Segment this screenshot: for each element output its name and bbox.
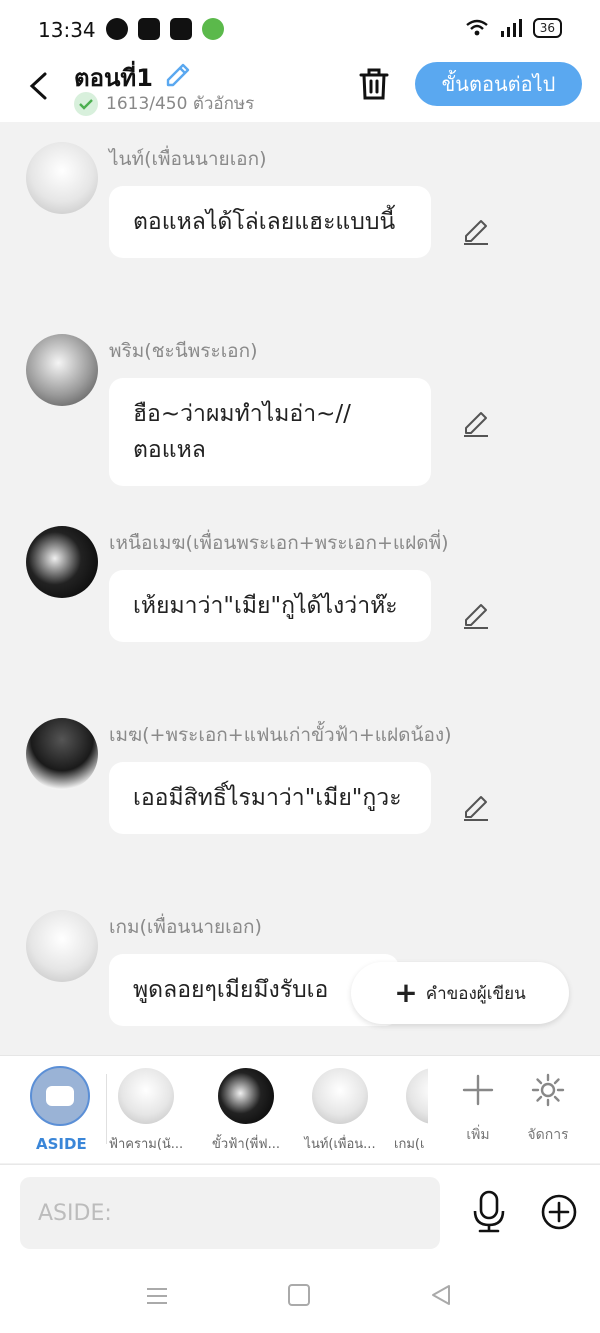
check-icon — [74, 91, 98, 116]
edit-message-icon[interactable] — [460, 406, 492, 438]
add-attachment-button[interactable] — [540, 1193, 578, 1231]
character-name: ไนท์(เพื่อน... — [304, 1137, 376, 1152]
plus-circle-icon — [541, 1194, 577, 1230]
home-icon[interactable] — [288, 1284, 310, 1306]
notification-icons — [106, 18, 224, 40]
composer — [0, 1164, 600, 1256]
speaker-name: เหนือเมฆ(เพื่อนพระเอก+พระเอก+แฝดพี่) — [109, 532, 449, 554]
character-count-text: 1613/450 ตัวอักษร — [106, 94, 255, 114]
speaker-name: พริม(ชะนีพระเอก) — [109, 340, 258, 362]
message-bubble[interactable]: เห้ยมาว่า"เมีย"กูได้ไงว่าห๊ะ — [109, 570, 431, 642]
wifi-icon — [465, 19, 488, 36]
character-item[interactable]: ไนท์(เพื่อน... — [300, 1068, 380, 1158]
message-list[interactable]: ไนท์(เพื่อนนายเอก) ตอแหลได้โล่เลยแฮะแบบน… — [0, 122, 600, 1054]
avatar — [218, 1068, 274, 1124]
avatar[interactable] — [26, 910, 98, 982]
message-bubble[interactable]: ตอแหลได้โล่เลยแฮะแบบนี้ — [109, 186, 431, 258]
edit-title-icon[interactable] — [162, 58, 192, 88]
trash-icon — [359, 68, 389, 100]
message-bubble[interactable]: ฮือ~ว่าผมทำไมอ่า~//ตอแหล — [109, 378, 431, 486]
speaker-name: เมฆ(+พระเอก+แฟนเก่าขั้วฟ้า+แฝดน้อง) — [109, 724, 452, 746]
character-count: 1613/450 ตัวอักษร — [74, 90, 254, 117]
system-nav-bar — [0, 1256, 600, 1333]
character-item[interactable]: เกม(เ — [390, 1068, 428, 1158]
voice-input-button[interactable] — [470, 1189, 508, 1235]
battery-indicator: 36 — [532, 18, 562, 38]
chrome-icon — [106, 18, 128, 40]
edit-message-icon[interactable] — [460, 790, 492, 822]
add-label: เพิ่ม — [466, 1127, 490, 1143]
aside-button[interactable] — [30, 1066, 90, 1126]
manage-characters-button[interactable]: จัดการ — [520, 1068, 576, 1158]
android-icon — [202, 18, 224, 40]
microphone-icon — [473, 1190, 505, 1233]
avatar[interactable] — [26, 526, 98, 598]
author-note-button[interactable]: + คำของผู้เขียน — [351, 962, 569, 1024]
youtube-icon — [170, 18, 192, 40]
signal-icon — [500, 19, 522, 37]
plus-icon: + — [394, 976, 418, 1009]
status-indicators: 36 — [465, 18, 562, 38]
plus-icon — [462, 1074, 494, 1106]
avatar[interactable] — [26, 334, 98, 406]
delete-button[interactable] — [354, 64, 394, 104]
character-name: เกม(เ — [394, 1137, 425, 1152]
message-bubble[interactable]: เออมีสิทธิ์ไรมาว่า"เมีย"กูวะ — [109, 762, 431, 834]
character-item[interactable]: ขั้วฟ้า(พี่ฟ... — [206, 1068, 286, 1158]
status-time: 13:34 — [38, 18, 96, 42]
character-name: ขั้วฟ้า(พี่ฟ... — [212, 1137, 280, 1152]
avatar — [312, 1068, 368, 1124]
edit-message-icon[interactable] — [460, 598, 492, 630]
author-note-label: คำของผู้เขียน — [425, 983, 526, 1004]
gear-icon — [531, 1073, 565, 1107]
speaker-name: เกม(เพื่อนนายเอก) — [109, 916, 262, 938]
next-step-button[interactable]: ขั้นตอนต่อไป — [415, 62, 582, 106]
status-bar: 13:34 36 — [0, 0, 600, 58]
avatar[interactable] — [26, 718, 98, 790]
character-name: ฟ้าคราม(นั... — [108, 1137, 184, 1152]
manage-label: จัดการ — [527, 1127, 569, 1143]
speaker-name: ไนท์(เพื่อนนายเอก) — [109, 148, 267, 170]
recent-apps-icon[interactable] — [146, 1286, 168, 1306]
back-button[interactable] — [18, 66, 58, 106]
aside-label: ASIDE — [36, 1135, 87, 1153]
avatar — [406, 1068, 428, 1124]
chevron-left-icon — [29, 72, 47, 100]
message-input[interactable] — [20, 1177, 440, 1249]
character-item[interactable]: ฟ้าคราม(นั... — [106, 1068, 186, 1158]
app-7-icon — [138, 18, 160, 40]
back-triangle-icon[interactable] — [430, 1284, 452, 1306]
aside-icon — [46, 1086, 74, 1106]
avatar[interactable] — [26, 142, 98, 214]
edit-message-icon[interactable] — [460, 214, 492, 246]
add-character-button[interactable]: เพิ่ม — [450, 1068, 506, 1158]
avatar — [118, 1068, 174, 1124]
editor-header: ตอนที่1 1613/450 ตัวอักษร ขั้นตอนต่อไป — [0, 58, 600, 122]
character-bar: ASIDE ฟ้าคราม(นั... ขั้วฟ้า(พี่ฟ... ไนท์… — [0, 1055, 600, 1163]
